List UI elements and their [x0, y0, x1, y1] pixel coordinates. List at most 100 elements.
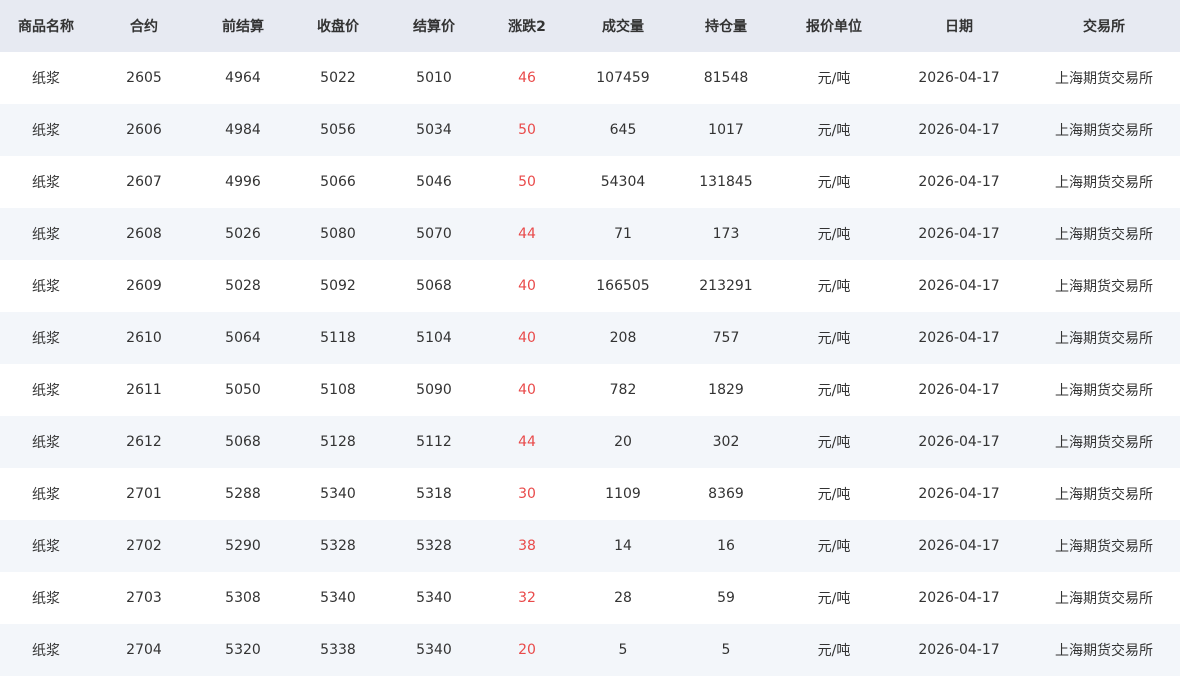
cell-product-name: 纸浆: [0, 208, 92, 260]
cell-volume: 20: [572, 416, 674, 468]
table-body: 纸浆 2605 4964 5022 5010 46 107459 81548 元/吨 2026-0…: [0, 52, 1180, 676]
cell-open-interest: 5: [674, 624, 778, 676]
cell-open-interest: 131845: [674, 156, 778, 208]
header-exchange[interactable]: 交易所: [1028, 0, 1180, 52]
cell-volume: 5: [572, 624, 674, 676]
cell-date: 2026-04-17: [890, 364, 1028, 416]
table-row[interactable]: 纸浆 2701 5288 5340 5318 30 1109 8369 元/吨 2026-04-1…: [0, 468, 1180, 520]
cell-contract: 2612: [92, 416, 196, 468]
cell-change: 44: [482, 416, 572, 468]
cell-contract: 2703: [92, 572, 196, 624]
table-row[interactable]: 纸浆 2608 5026 5080 5070 44 71 173 元/吨 2026-04-17 上海…: [0, 208, 1180, 260]
cell-settlement-price: 5328: [386, 520, 482, 572]
cell-settlement-price: 5104: [386, 312, 482, 364]
cell-contract: 2702: [92, 520, 196, 572]
cell-product-name: 纸浆: [0, 104, 92, 156]
cell-volume: 645: [572, 104, 674, 156]
cell-close-price: 5338: [290, 624, 386, 676]
table-row[interactable]: 纸浆 2611 5050 5108 5090 40 782 1829 元/吨 2026-04-17…: [0, 364, 1180, 416]
cell-date: 2026-04-17: [890, 520, 1028, 572]
cell-prev-settlement: 4996: [196, 156, 290, 208]
header-settlement-price[interactable]: 结算价: [386, 0, 482, 52]
table-row[interactable]: 纸浆 2607 4996 5066 5046 50 54304 131845 元/吨 2026-0…: [0, 156, 1180, 208]
cell-quote-unit: 元/吨: [778, 572, 890, 624]
cell-date: 2026-04-17: [890, 208, 1028, 260]
cell-prev-settlement: 5290: [196, 520, 290, 572]
cell-prev-settlement: 5064: [196, 312, 290, 364]
header-prev-settlement[interactable]: 前结算: [196, 0, 290, 52]
header-change[interactable]: 涨跌2: [482, 0, 572, 52]
table-row[interactable]: 纸浆 2612 5068 5128 5112 44 20 302 元/吨 2026-04-17 上海…: [0, 416, 1180, 468]
cell-change: 30: [482, 468, 572, 520]
header-product-name[interactable]: 商品名称: [0, 0, 92, 52]
cell-close-price: 5340: [290, 468, 386, 520]
cell-volume: 107459: [572, 52, 674, 104]
cell-open-interest: 81548: [674, 52, 778, 104]
cell-open-interest: 213291: [674, 260, 778, 312]
cell-settlement-price: 5070: [386, 208, 482, 260]
table-row[interactable]: 纸浆 2610 5064 5118 5104 40 208 757 元/吨 2026-04-17 上…: [0, 312, 1180, 364]
cell-close-price: 5066: [290, 156, 386, 208]
cell-open-interest: 173: [674, 208, 778, 260]
cell-exchange: 上海期货交易所: [1028, 416, 1180, 468]
cell-prev-settlement: 5026: [196, 208, 290, 260]
cell-exchange: 上海期货交易所: [1028, 208, 1180, 260]
cell-quote-unit: 元/吨: [778, 468, 890, 520]
table-row[interactable]: 纸浆 2605 4964 5022 5010 46 107459 81548 元/吨 2026-0…: [0, 52, 1180, 104]
cell-contract: 2704: [92, 624, 196, 676]
cell-settlement-price: 5112: [386, 416, 482, 468]
cell-date: 2026-04-17: [890, 156, 1028, 208]
header-close-price[interactable]: 收盘价: [290, 0, 386, 52]
header-open-interest[interactable]: 持仓量: [674, 0, 778, 52]
cell-quote-unit: 元/吨: [778, 208, 890, 260]
cell-volume: 14: [572, 520, 674, 572]
cell-contract: 2611: [92, 364, 196, 416]
cell-product-name: 纸浆: [0, 156, 92, 208]
cell-change: 20: [482, 624, 572, 676]
cell-product-name: 纸浆: [0, 52, 92, 104]
cell-product-name: 纸浆: [0, 312, 92, 364]
cell-product-name: 纸浆: [0, 520, 92, 572]
cell-change: 40: [482, 364, 572, 416]
cell-prev-settlement: 5308: [196, 572, 290, 624]
cell-exchange: 上海期货交易所: [1028, 104, 1180, 156]
cell-close-price: 5080: [290, 208, 386, 260]
cell-volume: 71: [572, 208, 674, 260]
cell-quote-unit: 元/吨: [778, 104, 890, 156]
table-row[interactable]: 纸浆 2702 5290 5328 5328 38 14 16 元/吨 2026-04-17 上海期…: [0, 520, 1180, 572]
cell-date: 2026-04-17: [890, 416, 1028, 468]
cell-settlement-price: 5010: [386, 52, 482, 104]
cell-contract: 2605: [92, 52, 196, 104]
cell-close-price: 5108: [290, 364, 386, 416]
table-row[interactable]: 纸浆 2609 5028 5092 5068 40 166505 213291 元/吨 2026-…: [0, 260, 1180, 312]
cell-close-price: 5022: [290, 52, 386, 104]
cell-product-name: 纸浆: [0, 260, 92, 312]
table-row[interactable]: 纸浆 2704 5320 5338 5340 20 5 5 元/吨 2026-04-17 上海期货交…: [0, 624, 1180, 676]
cell-exchange: 上海期货交易所: [1028, 156, 1180, 208]
cell-volume: 208: [572, 312, 674, 364]
cell-close-price: 5092: [290, 260, 386, 312]
cell-exchange: 上海期货交易所: [1028, 52, 1180, 104]
cell-exchange: 上海期货交易所: [1028, 520, 1180, 572]
header-contract[interactable]: 合约: [92, 0, 196, 52]
header-date[interactable]: 日期: [890, 0, 1028, 52]
cell-contract: 2607: [92, 156, 196, 208]
cell-change: 32: [482, 572, 572, 624]
header-quote-unit[interactable]: 报价单位: [778, 0, 890, 52]
cell-open-interest: 1829: [674, 364, 778, 416]
table-row[interactable]: 纸浆 2606 4984 5056 5034 50 645 1017 元/吨 2026-04-17…: [0, 104, 1180, 156]
cell-settlement-price: 5318: [386, 468, 482, 520]
table-row[interactable]: 纸浆 2703 5308 5340 5340 32 28 59 元/吨 2026-04-17 上海期…: [0, 572, 1180, 624]
cell-prev-settlement: 4984: [196, 104, 290, 156]
cell-contract: 2609: [92, 260, 196, 312]
cell-prev-settlement: 5050: [196, 364, 290, 416]
cell-open-interest: 16: [674, 520, 778, 572]
cell-settlement-price: 5034: [386, 104, 482, 156]
cell-product-name: 纸浆: [0, 364, 92, 416]
table-header-row: 商品名称 合约 前结算 收盘价 结算价 涨跌2 成交量 持仓量 报价单位 日期 …: [0, 0, 1180, 52]
cell-settlement-price: 5340: [386, 624, 482, 676]
cell-prev-settlement: 5028: [196, 260, 290, 312]
cell-exchange: 上海期货交易所: [1028, 312, 1180, 364]
header-volume[interactable]: 成交量: [572, 0, 674, 52]
cell-contract: 2701: [92, 468, 196, 520]
